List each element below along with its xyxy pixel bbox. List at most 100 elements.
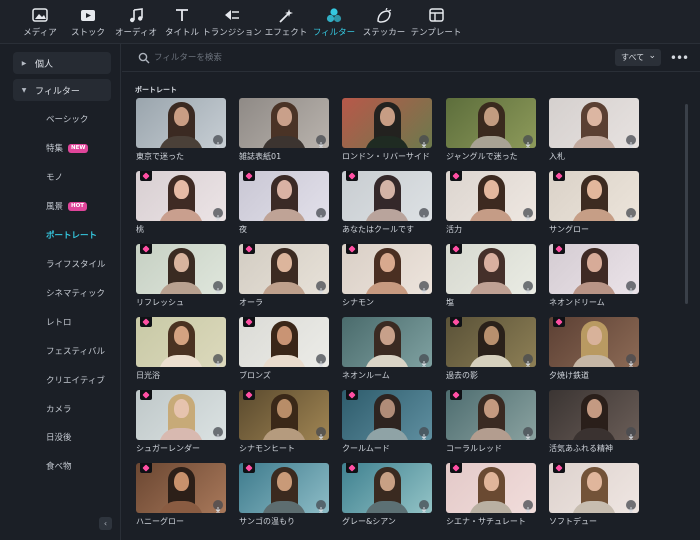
download-icon[interactable] <box>419 208 429 221</box>
download-icon[interactable] <box>626 427 636 440</box>
filter-card[interactable]: ブロンズ <box>239 317 329 384</box>
filter-card[interactable]: あなたはクールです <box>342 171 432 238</box>
portrait-face <box>587 399 602 418</box>
download-icon[interactable] <box>213 354 223 367</box>
filter-card[interactable]: 雑誌表紙01 <box>239 98 329 165</box>
download-icon[interactable] <box>626 281 636 294</box>
sidebar-item-2[interactable]: モノ <box>46 169 63 185</box>
portrait-face <box>484 399 499 418</box>
toolbar-sticker[interactable]: ステッカー <box>362 0 406 44</box>
download-icon[interactable] <box>316 135 326 148</box>
download-icon[interactable] <box>213 427 223 440</box>
portrait-shoulders <box>262 355 306 367</box>
toolbar-title[interactable]: タイトル <box>164 0 200 44</box>
filter-card[interactable]: 活気あふれる精神 <box>549 390 639 457</box>
toolbar-effects[interactable]: エフェクト <box>264 0 308 44</box>
filter-card[interactable]: サングロー <box>549 171 639 238</box>
filter-card[interactable]: 活力 <box>446 171 536 238</box>
download-icon[interactable] <box>523 427 533 440</box>
download-icon[interactable] <box>213 500 223 513</box>
portrait-face <box>484 180 499 199</box>
sidebar-item-1[interactable]: 特集 NEW <box>46 140 89 156</box>
toolbar-transition[interactable]: トランジション <box>202 0 262 44</box>
sidebar-item-8[interactable]: フェスティバル <box>46 343 105 359</box>
filter-card[interactable]: ジャングルで迷った <box>446 98 536 165</box>
download-icon[interactable] <box>213 281 223 294</box>
sidebar-item-7[interactable]: レトロ <box>46 314 72 330</box>
toolbar-audio[interactable]: オーディオ <box>114 0 158 44</box>
portrait-face <box>174 253 189 272</box>
sort-dropdown[interactable]: すべて ⌄ <box>615 49 661 66</box>
filter-card[interactable]: 塩 <box>446 244 536 311</box>
toolbar-template[interactable]: テンプレート <box>410 0 462 44</box>
sidebar-item-10[interactable]: カメラ <box>46 401 72 417</box>
download-icon[interactable] <box>316 500 326 513</box>
filter-card[interactable]: ソフトデュー <box>549 463 639 530</box>
filter-card[interactable]: グレー&シアン <box>342 463 432 530</box>
filter-card[interactable]: クールムード <box>342 390 432 457</box>
download-icon[interactable] <box>419 135 429 148</box>
filter-card[interactable]: オーラ <box>239 244 329 311</box>
filter-card[interactable]: 東京で迷った <box>136 98 226 165</box>
filter-card[interactable]: ネオンドリーム <box>549 244 639 311</box>
filter-card[interactable]: ロンドン・リバーサイド <box>342 98 432 165</box>
toolbar-filter[interactable]: フィルター <box>312 0 356 44</box>
download-icon[interactable] <box>419 427 429 440</box>
portrait-face <box>174 107 189 126</box>
sidebar-category-personal[interactable]: ▶ 個人 <box>13 52 111 74</box>
filter-card[interactable]: 夜 <box>239 171 329 238</box>
download-icon[interactable] <box>316 427 326 440</box>
sidebar-item-9[interactable]: クリエイティブ <box>46 372 105 388</box>
sidebar-item-12[interactable]: 食べ物 <box>46 458 72 474</box>
filter-card[interactable]: シナモン <box>342 244 432 311</box>
filter-card[interactable]: コーラルレッド <box>446 390 536 457</box>
portrait-shoulders <box>469 209 513 221</box>
filter-card[interactable]: シエナ・サチュレート <box>446 463 536 530</box>
download-icon[interactable] <box>419 281 429 294</box>
download-icon[interactable] <box>419 354 429 367</box>
filter-card[interactable]: シュガーレンダー <box>136 390 226 457</box>
download-icon[interactable] <box>316 354 326 367</box>
download-icon[interactable] <box>523 135 533 148</box>
download-icon[interactable] <box>626 135 636 148</box>
download-icon[interactable] <box>316 208 326 221</box>
toolbar-media[interactable]: メディア <box>20 0 60 44</box>
scrollbar[interactable] <box>685 104 688 304</box>
filter-card[interactable]: サンゴの温もり <box>239 463 329 530</box>
download-icon[interactable] <box>626 354 636 367</box>
filter-card[interactable]: リフレッシュ <box>136 244 226 311</box>
filter-card[interactable]: ハニーグロー <box>136 463 226 530</box>
filter-card[interactable]: 入札 <box>549 98 639 165</box>
sidebar-item-5[interactable]: ライフスタイル <box>46 256 106 272</box>
sidebar-item-11[interactable]: 日没後 <box>46 429 72 445</box>
sidebar-item-4[interactable]: ポートレート <box>46 227 97 243</box>
download-icon[interactable] <box>626 208 636 221</box>
toolbar-stock[interactable]: ストック <box>68 0 108 44</box>
download-icon[interactable] <box>523 208 533 221</box>
search-input[interactable] <box>154 50 454 66</box>
sidebar-item-0[interactable]: ベーシック <box>46 111 88 127</box>
filter-card[interactable]: ネオンルーム <box>342 317 432 384</box>
download-icon[interactable] <box>523 354 533 367</box>
portrait-shoulders <box>365 355 409 367</box>
download-icon[interactable] <box>316 281 326 294</box>
download-icon[interactable] <box>213 135 223 148</box>
filter-card[interactable]: 夕焼け鉄道 <box>549 317 639 384</box>
filter-card[interactable]: シナモンヒート <box>239 390 329 457</box>
sidebar-item-3[interactable]: 風景 HOT <box>46 198 88 214</box>
toolbar-filter-label: フィルター <box>312 28 356 38</box>
filter-card[interactable]: 日光浴 <box>136 317 226 384</box>
download-icon[interactable] <box>523 500 533 513</box>
sidebar-category-filters[interactable]: ▼ フィルター <box>13 79 111 101</box>
portrait-shoulders <box>262 209 306 221</box>
sidebar-item-6[interactable]: シネマティック <box>46 285 105 301</box>
download-icon[interactable] <box>419 500 429 513</box>
filter-card[interactable]: 過去の影 <box>446 317 536 384</box>
more-options-button[interactable]: ••• <box>668 49 690 66</box>
sidebar-category-personal-label: 個人 <box>35 59 54 70</box>
download-icon[interactable] <box>523 281 533 294</box>
download-icon[interactable] <box>213 208 223 221</box>
download-icon[interactable] <box>626 500 636 513</box>
collapse-sidebar-button[interactable]: ‹ <box>99 517 112 530</box>
filter-card[interactable]: 桃 <box>136 171 226 238</box>
